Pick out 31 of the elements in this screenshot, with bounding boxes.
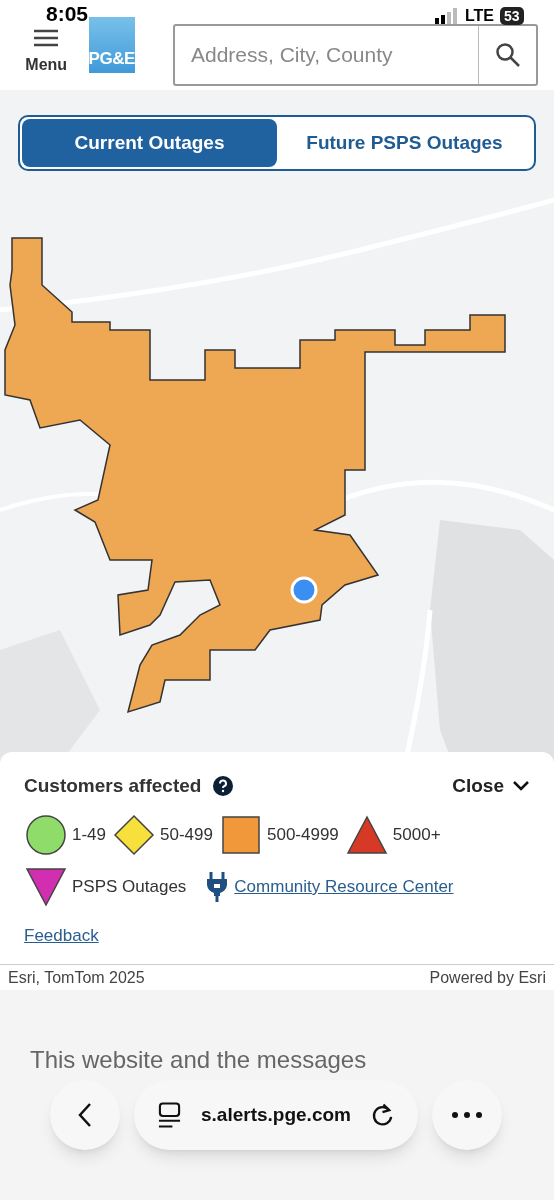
search-icon	[494, 42, 521, 68]
legend-label: 1-49	[72, 823, 107, 846]
help-icon[interactable]	[213, 776, 234, 797]
legend-label: 5000+	[392, 823, 441, 846]
plug-icon	[206, 871, 229, 902]
url-text: s.alerts.pge.com	[201, 1102, 351, 1127]
feedback-link[interactable]: Feedback	[24, 922, 99, 948]
attribution-text: Esri, TomTom 2025	[8, 967, 145, 988]
legend-label: 500-4999	[266, 823, 339, 846]
close-button[interactable]: Close	[452, 772, 530, 801]
community-resource-center-link[interactable]: Community Resource Center	[234, 873, 454, 900]
chevron-left-icon	[78, 1102, 92, 1128]
network-label: LTE	[465, 6, 495, 26]
powered-by-text: Powered by Esri	[429, 967, 546, 988]
reload-icon[interactable]	[371, 1102, 394, 1128]
chevron-down-icon	[512, 780, 530, 793]
legend-label: PSPS Outages	[72, 875, 187, 898]
tabs-icon	[158, 1102, 181, 1128]
legend-label: 50-499	[160, 823, 213, 846]
status-time: 8:05	[46, 2, 89, 26]
menu-icon	[33, 29, 60, 47]
battery-indicator: 53	[500, 7, 524, 25]
address-bar[interactable]: s.alerts.pge.com	[134, 1080, 418, 1150]
tab[interactable]: Current Outages	[22, 119, 277, 167]
search-field[interactable]: Address, City, County	[175, 26, 478, 84]
signal-icon	[435, 8, 459, 24]
footer-text: This website and the messages	[29, 1045, 368, 1075]
search-bar[interactable]: Address, City, County	[173, 24, 538, 86]
more-icon	[452, 1112, 482, 1118]
legend-title: Customers affected	[24, 774, 202, 798]
menu-button[interactable]: Menu	[18, 29, 75, 77]
